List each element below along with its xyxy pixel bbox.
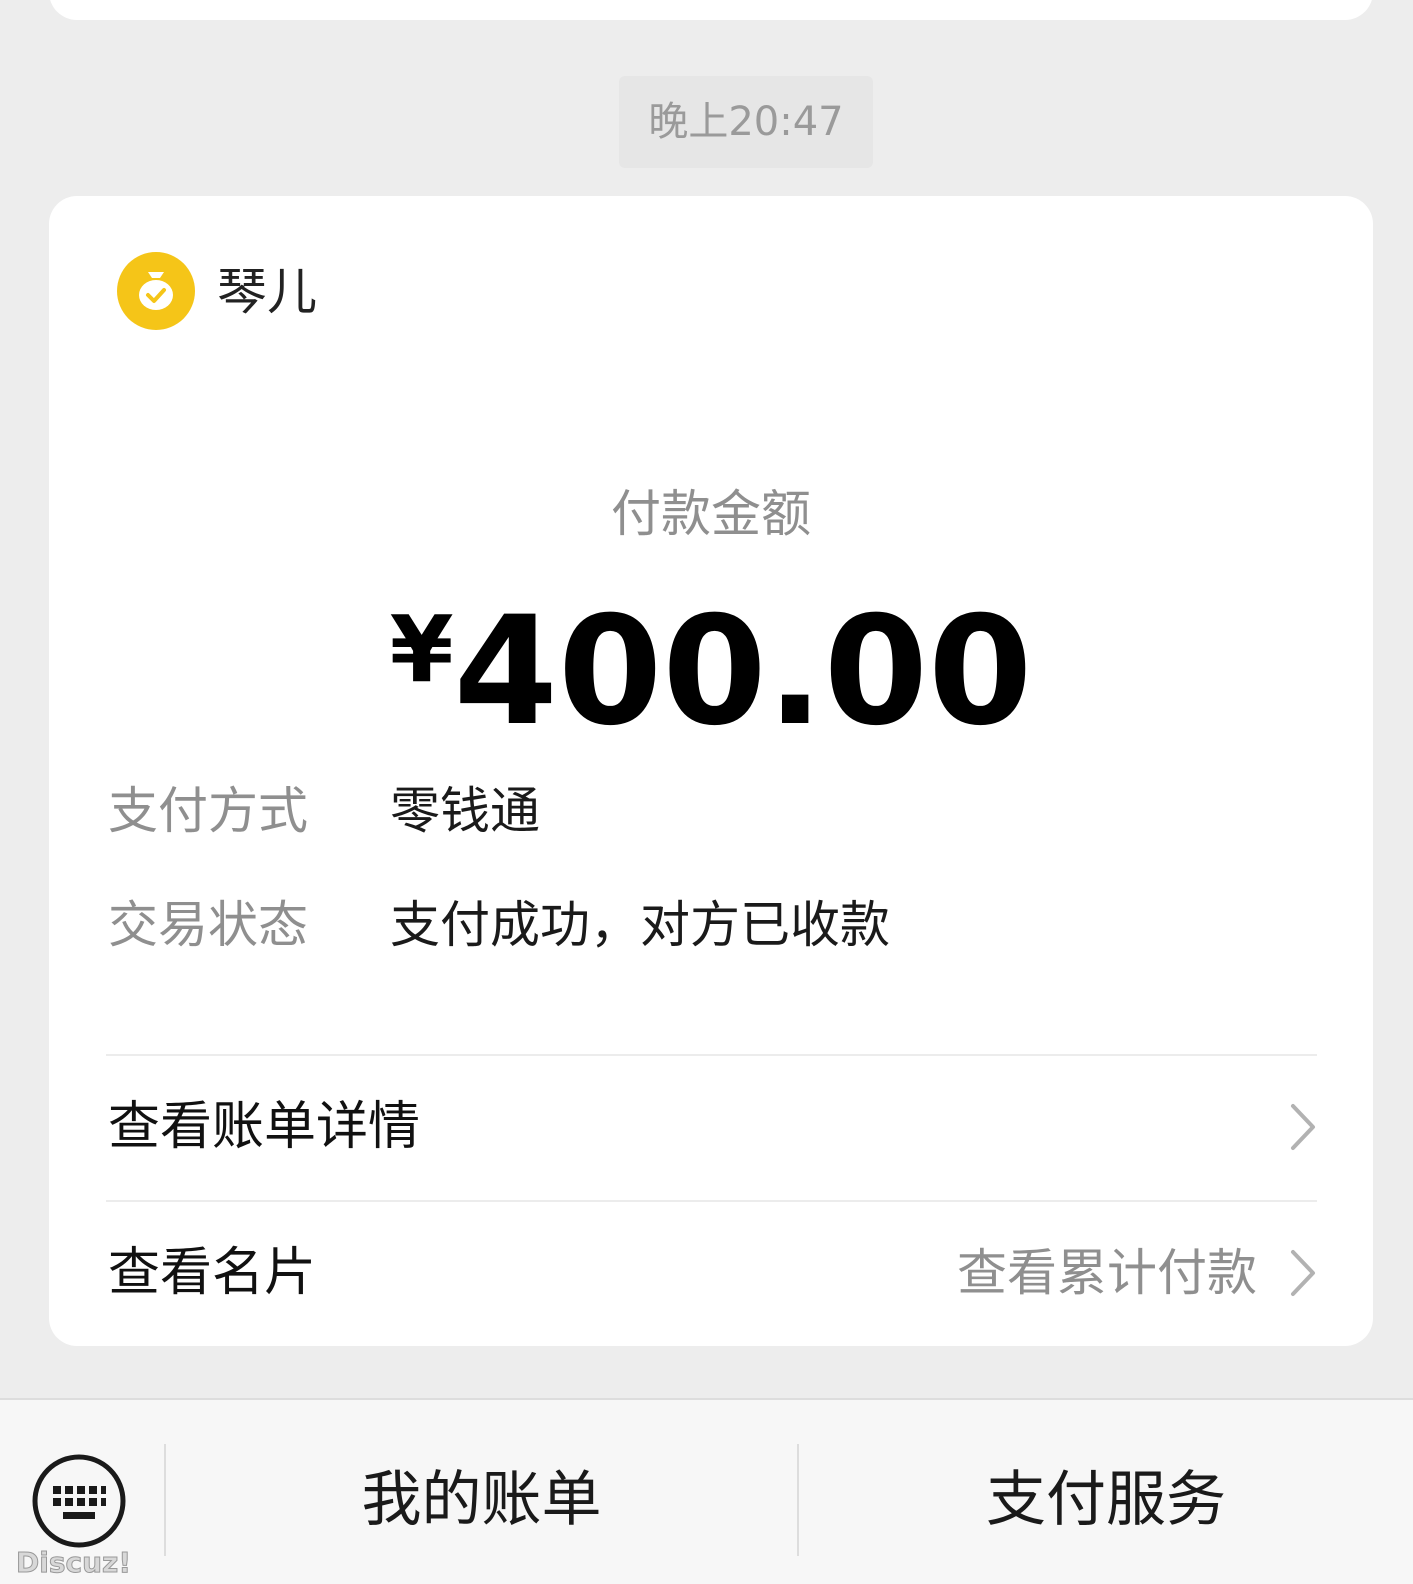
payment-method-row: 支付方式 零钱通 [108, 776, 1308, 846]
view-bill-details-label: 查看账单详情 [108, 1097, 421, 1157]
payment-amount: ¥400.00 [49, 596, 1373, 747]
currency-symbol: ¥ [389, 596, 454, 703]
transaction-status-value: 支付成功，对方已收款 [390, 896, 890, 954]
view-business-card-label: 查看名片 [108, 1243, 317, 1303]
amount-label: 付款金额 [611, 485, 811, 543]
previous-message-card [49, 0, 1373, 20]
money-bag-check-icon [117, 252, 195, 330]
payment-card[interactable]: 琴儿 付款金额 ¥400.00 支付方式 零钱通 交易状态 支付成功，对方已收款… [49, 196, 1373, 1346]
amount-value: 400.00 [453, 585, 1033, 759]
bottom-menu-bar: 我的账单 支付服务 [0, 1398, 1413, 1584]
view-bill-details-link[interactable]: 查看账单详情 [106, 1056, 1317, 1200]
chevron-right-icon [1291, 1104, 1315, 1150]
merchant-name: 琴儿 [217, 263, 317, 321]
view-business-card-link[interactable]: 查看名片 查看累计付款 [106, 1202, 1317, 1346]
my-bills-button[interactable]: 我的账单 [166, 1444, 797, 1556]
transaction-status-label: 交易状态 [108, 896, 308, 954]
payment-method-label: 支付方式 [108, 782, 308, 840]
keyboard-icon[interactable] [30, 1452, 128, 1550]
transaction-status-row: 交易状态 支付成功，对方已收款 [108, 890, 1308, 960]
pay-service-button[interactable]: 支付服务 [799, 1444, 1413, 1556]
payment-method-value: 零钱通 [390, 782, 540, 840]
watermark: Discuz! [15, 1546, 132, 1580]
chevron-right-icon [1291, 1250, 1315, 1296]
message-timestamp: 晚上20:47 [619, 76, 873, 168]
view-cumulative-payments-label: 查看累计付款 [957, 1244, 1257, 1302]
